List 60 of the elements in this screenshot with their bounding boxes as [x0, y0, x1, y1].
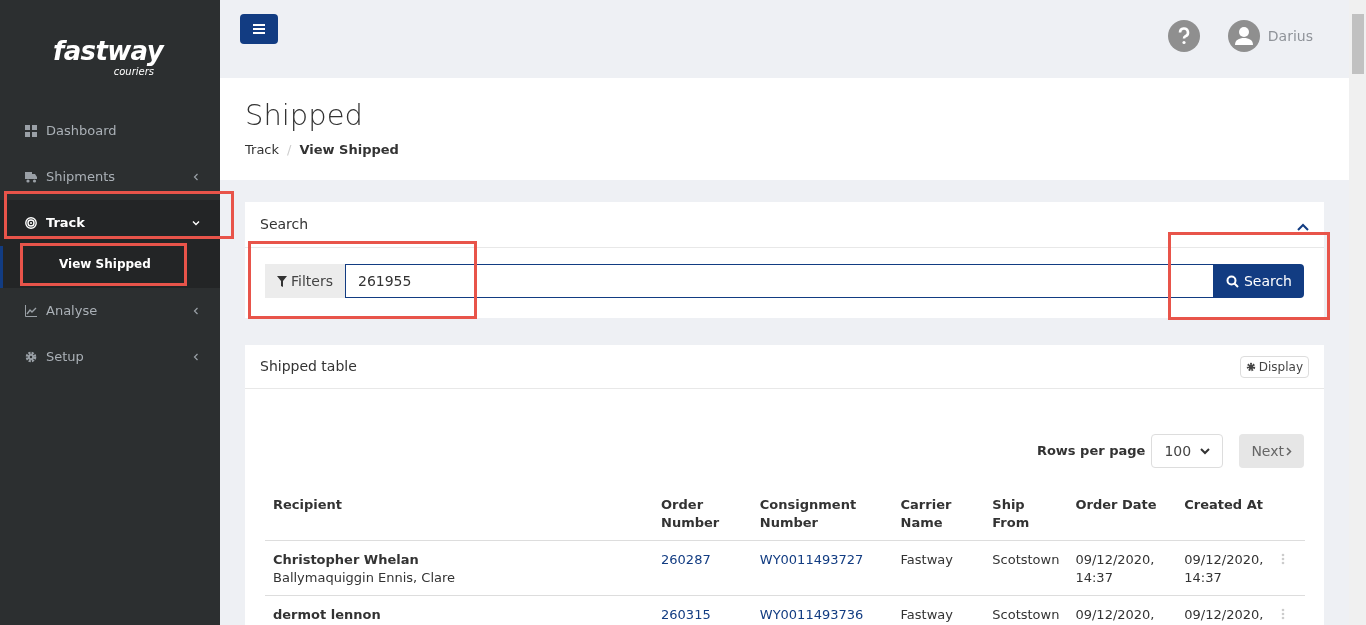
column-header: Consignment Number — [751, 496, 893, 541]
order-link[interactable]: 260315 — [661, 607, 711, 622]
grid-icon — [25, 125, 37, 137]
scrollbar[interactable] — [1349, 0, 1366, 625]
display-button[interactable]: Display — [1239, 355, 1309, 378]
logo: fastway couriers — [52, 36, 166, 78]
recipient-name: Christopher Whelan — [273, 551, 420, 569]
panel-title: Shipped table — [260, 357, 357, 376]
column-header: Recipient — [265, 496, 654, 541]
avatar-icon[interactable] — [1227, 20, 1260, 52]
table-cell: Fastway — [892, 540, 985, 596]
table-cell: Scotstown — [984, 540, 1068, 596]
rows-per-page-select[interactable]: 100 — [1151, 434, 1224, 468]
filters-button[interactable]: Filters — [265, 264, 345, 298]
page-title: Shipped — [245, 97, 364, 134]
help-icon[interactable] — [1167, 20, 1200, 52]
gear-icon — [1245, 361, 1256, 372]
gear-icon — [25, 351, 37, 363]
table-cell: 09/12/2020, 14:37 — [1176, 540, 1282, 596]
line-chart-icon — [25, 305, 37, 317]
menu-button[interactable] — [240, 14, 278, 44]
rows-per-page-label: Rows per page — [1036, 442, 1146, 461]
breadcrumb-separator: / — [287, 141, 292, 159]
recipient-address: Ballymaquiggin Ennis, Clare — [273, 569, 457, 587]
sidebar-item[interactable]: Dashboard — [0, 108, 220, 154]
truck-icon — [25, 171, 37, 183]
chevron-left-icon — [192, 307, 200, 315]
column-header: Created At — [1176, 496, 1282, 541]
chevron-down-icon — [192, 219, 200, 227]
panel-title: Search — [260, 215, 309, 234]
sidebar-item[interactable]: Setup — [0, 334, 220, 380]
search-field[interactable]: 261955 — [344, 264, 1214, 298]
chevron-left-icon — [192, 353, 200, 361]
next-button[interactable]: Next — [1239, 434, 1304, 468]
chevron-left-icon — [192, 173, 200, 181]
column-header: Ship From — [984, 496, 1068, 541]
table-cell: Fastway — [892, 595, 985, 625]
sidebar-item[interactable]: Shipments — [0, 154, 220, 200]
target-icon — [25, 217, 37, 229]
column-header: Carrier Name — [892, 496, 985, 541]
recipient-name: dermot lennon — [273, 606, 382, 624]
menu-icon — [253, 24, 265, 34]
consignment-link[interactable]: WY0011493727 — [759, 552, 864, 567]
column-header: Order Date — [1067, 496, 1177, 541]
search-button[interactable]: Search — [1213, 264, 1304, 298]
chevron-right-icon — [1286, 446, 1292, 456]
consignment-link[interactable]: WY0011493736 — [759, 607, 864, 622]
filter-icon — [277, 275, 287, 287]
order-link[interactable]: 260287 — [661, 552, 711, 567]
collapse-icon[interactable] — [1297, 222, 1309, 231]
table-cell: 09/12/2020, — [1067, 595, 1177, 625]
sidebar-subitem[interactable]: View Shipped — [0, 246, 220, 288]
table-cell: Scotstown — [984, 595, 1068, 625]
chevron-down-icon — [1200, 447, 1211, 455]
breadcrumb-link[interactable]: Track — [245, 140, 280, 160]
table-cell: 09/12/2020, 14:37 — [1067, 540, 1177, 596]
table-cell: 09/12/2020, — [1176, 595, 1282, 625]
search-icon — [1225, 274, 1239, 288]
column-header: Order Number — [653, 496, 752, 541]
sidebar-item[interactable]: Analyse — [0, 288, 220, 334]
